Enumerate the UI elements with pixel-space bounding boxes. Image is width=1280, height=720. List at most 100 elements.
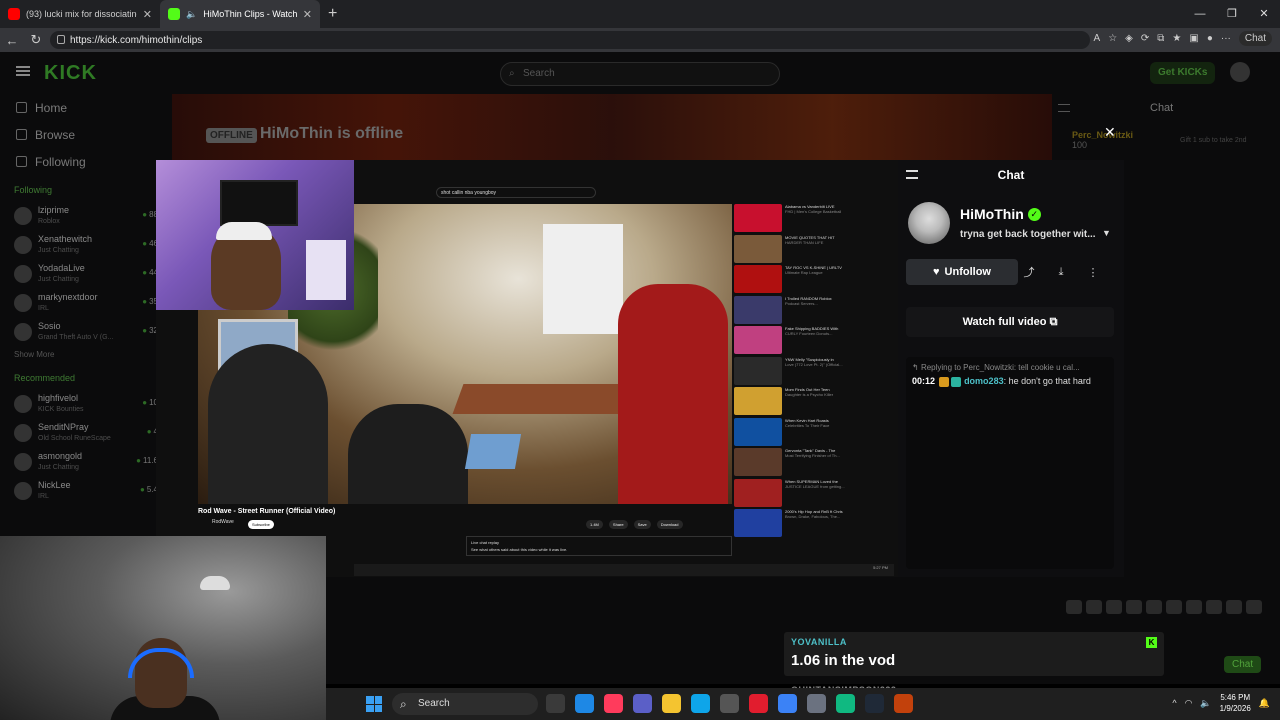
sidebar-item-following[interactable]: Following [0,148,160,175]
extension-icon[interactable]: ◈ [1125,33,1133,44]
windows-start-icon[interactable] [366,696,382,712]
clock-date: 1/9/2026 [1219,704,1251,713]
gift-sub-prompt[interactable]: Gift 1 sub to take 2nd [1180,136,1247,145]
favorites-icon[interactable]: ★ [1172,33,1181,44]
recommendation-title: I Trolled RANDOM Roblox [785,295,832,301]
back-icon[interactable]: ← [0,33,24,48]
new-tab-button[interactable]: + [328,5,337,23]
taskbar-app-icon[interactable] [807,694,826,713]
message-text: : he don't go that hard [1003,376,1091,386]
message-user[interactable]: domo283 [964,376,1004,386]
watch-full-video-button[interactable]: Watch full video ⧉ [906,307,1114,337]
streamer-name[interactable]: HiMoThin [960,206,1024,222]
youtube-recommendation: 2000's Hip Hop and RnB ft Chris Brown, Dr… [734,509,850,539]
emote-icon[interactable] [1226,600,1242,614]
search-input[interactable]: Search [500,62,780,86]
taskbar-app-icon[interactable] [894,694,913,713]
minimize-icon[interactable]: — [1184,0,1216,28]
menu-icon[interactable] [16,66,30,76]
collections-icon[interactable]: ▣ [1189,33,1198,44]
channel-item[interactable]: lziprimeRoblox88 [0,201,160,230]
channel-item[interactable]: SenditNPrayOld School RuneScape4 [0,418,160,447]
volume-icon[interactable]: 🔈 [1200,698,1211,709]
collapse-chat-icon[interactable] [1058,104,1070,112]
wifi-icon[interactable]: ◠ [1185,698,1193,709]
channel-item[interactable]: NickLeeIRL5.4 [0,476,160,505]
live-chat-title: Live chat replay [471,540,500,545]
emote-icon[interactable] [1126,600,1142,614]
emote-icon[interactable] [1086,600,1102,614]
url-field[interactable]: https://kick.com/himothin/clips [50,31,1090,49]
video-thumbnail [734,448,782,476]
channel-item[interactable]: XenathewitchJust Chatting46 [0,230,160,259]
emote-icon[interactable] [1066,600,1082,614]
close-window-icon[interactable]: ✕ [1248,0,1280,28]
taskbar-search[interactable]: Search [392,693,538,715]
notification-icon[interactable]: 🔔 [1259,698,1270,709]
avatar[interactable] [908,202,950,244]
channel-item[interactable]: markynextdoorIRL35 [0,288,160,317]
download-icon[interactable]: ⤓ [1048,259,1074,285]
taskbar-app-icon[interactable] [836,694,855,713]
chevron-down-icon[interactable]: ▼ [1102,228,1111,238]
kick-logo[interactable]: KICK [44,62,97,85]
taskbar-app-icon[interactable] [662,694,681,713]
share-icon[interactable]: ⤴ [1016,259,1042,285]
close-modal-icon[interactable]: ✕ [1104,124,1116,141]
read-aloud-icon[interactable]: A [1094,33,1101,44]
inner-taskbar: 5:27 PM [354,564,894,576]
emote-icon[interactable] [1246,600,1262,614]
send-chat-button[interactable]: Chat [1224,656,1262,673]
chevron-up-icon[interactable]: ^ [1172,698,1176,708]
recommendation-meta: Love (772 Love Pt. 2)" (Official... [785,361,843,367]
sidebar-item-browse[interactable]: Browse [0,121,160,148]
video-thumbnail [734,387,782,415]
browser-toolbar: A ☆ ◈ ⟳ ⧉ ★ ▣ ● ··· Chat [1094,31,1272,46]
extensions-icon[interactable]: ⧉ [1157,33,1164,44]
more-icon[interactable]: ··· [1221,33,1231,44]
refresh-extension-icon[interactable]: ⟳ [1141,33,1149,44]
clip-video-player[interactable]: shot callin nba youngboy Rod Wave - Stre… [156,160,898,577]
favorite-icon[interactable]: ☆ [1108,33,1117,44]
taskbar-app-icon[interactable] [546,694,565,713]
taskbar-app-icon[interactable] [720,694,739,713]
channel-item[interactable]: SosioGrand Theft Auto V (G...32 [0,317,160,346]
external-link-icon: ⧉ [1049,316,1058,328]
unfollow-button[interactable]: ♥ Unfollow [906,259,1018,285]
speaker-icon[interactable]: 🔈 [186,9,197,20]
channel-item[interactable]: asmongold Just Chatting 11.6 [0,447,160,476]
taskbar-app-icon[interactable] [691,694,710,713]
channel-item[interactable]: highfivelolKICK Bounties10 [0,389,160,418]
clock[interactable]: 5:46 PM 1/9/2026 [1220,692,1251,714]
profile-icon[interactable]: ● [1207,33,1213,44]
maximize-icon[interactable]: ❐ [1216,0,1248,28]
more-icon[interactable]: ⋮ [1080,259,1106,285]
avatar[interactable] [1230,62,1250,82]
taskbar-app-icon[interactable] [633,694,652,713]
emote-icon[interactable] [1166,600,1182,614]
channel-name: NickLee [38,479,71,490]
close-icon[interactable]: ✕ [303,8,312,21]
emote-icon[interactable] [1186,600,1202,614]
youtube-recommendation: Gervonta "Tank" Davis - The Most Terrifyi… [734,448,850,478]
reload-icon[interactable]: ↻ [24,32,48,48]
taskbar-app-icon[interactable] [778,694,797,713]
show-more-link[interactable]: Show More [0,346,160,363]
get-kicks-button[interactable]: Get KICKs [1150,62,1216,84]
taskbar-app-icon[interactable] [575,694,594,713]
sidebar-item-home[interactable]: Home [0,94,160,121]
tab-youtube[interactable]: (93) lucki mix for dissociating - Yo ✕ [0,0,160,28]
emote-icon[interactable] [1146,600,1162,614]
person-shape [208,344,328,504]
tab-kick[interactable]: 🔈 HiMoThin Clips - Watch Live o ✕ [160,0,320,28]
taskbar-app-icon[interactable] [865,694,884,713]
copilot-chat-button[interactable]: Chat [1238,31,1272,46]
channel-item[interactable]: YodadaLiveJust Chatting44 [0,259,160,288]
taskbar-app-icon[interactable] [749,694,768,713]
emote-icon[interactable] [1206,600,1222,614]
taskbar-app-icon[interactable] [604,694,623,713]
close-icon[interactable]: ✕ [143,8,152,21]
youtube-header: shot callin nba youngboy [354,183,894,201]
emote-icon[interactable] [1106,600,1122,614]
channel-name: markynextdoor [38,291,98,302]
